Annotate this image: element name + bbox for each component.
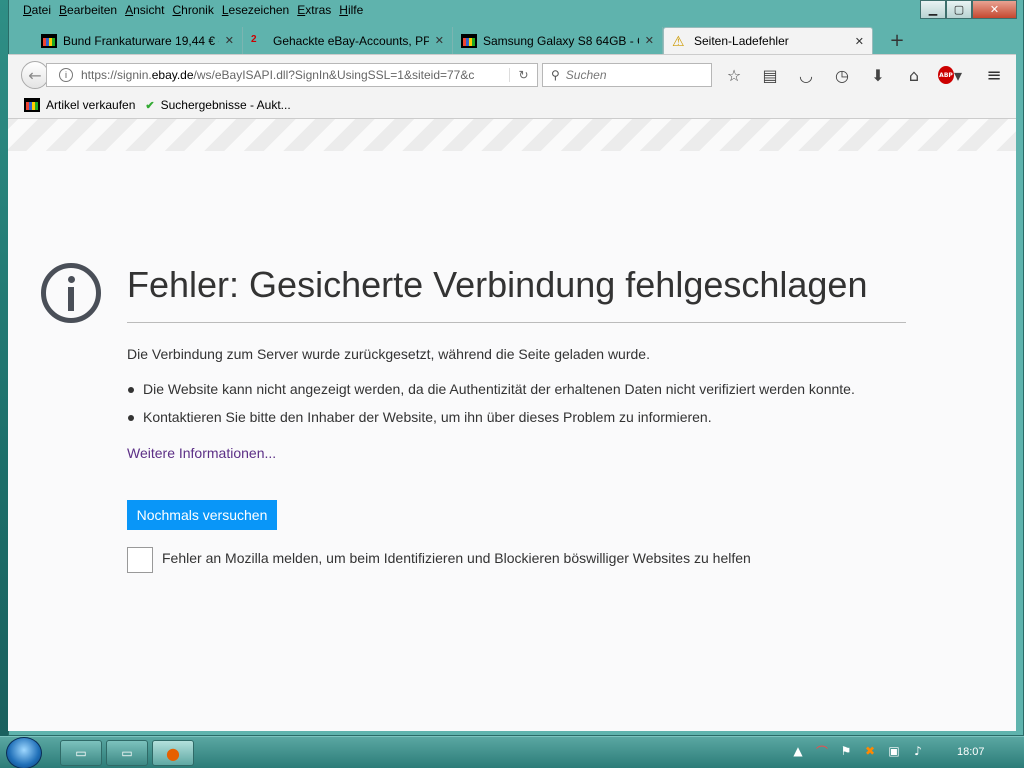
report-checkbox-label[interactable]: Fehler an Mozilla melden, um beim Identi… xyxy=(162,550,751,566)
reload-icon[interactable]: ↻ xyxy=(509,68,537,82)
tab-label: Gehackte eBay-Accounts, PP xyxy=(273,33,429,48)
list-item: Kontaktieren Sie bitte den Inhaber der W… xyxy=(127,409,855,437)
title-divider xyxy=(127,322,906,323)
bookmarks-bar: Artikel verkaufen ✔ Suchergebnisse - Auk… xyxy=(8,92,1016,119)
download-icon[interactable]: ⬇ xyxy=(866,63,890,87)
window-icon: ▭ xyxy=(121,746,133,760)
menu-chronik[interactable]: Chronik xyxy=(168,2,217,20)
shopping-bag-icon xyxy=(41,33,57,48)
window-icon: ▭ xyxy=(75,746,87,760)
close-icon[interactable]: ✕ xyxy=(435,34,444,47)
minimize-button[interactable]: ▁ xyxy=(920,0,946,19)
firefox-icon: ● xyxy=(166,743,180,763)
error-page: Fehler: Gesicherte Verbindung fehlgeschl… xyxy=(8,119,1016,731)
new-tab-button[interactable]: + xyxy=(885,27,909,54)
arrow-left-icon: ← xyxy=(28,65,42,85)
security-warning-icon[interactable]: ✖ xyxy=(862,743,878,759)
bookmark-suchergebnisse[interactable]: ✔ Suchergebnisse - Aukt... xyxy=(145,98,290,112)
error-description: Die Verbindung zum Server wurde zurückge… xyxy=(127,346,650,362)
start-button[interactable] xyxy=(6,737,42,768)
taskbar-app-window-2[interactable]: ▭ xyxy=(106,740,148,766)
auction-icon: ✔ xyxy=(145,99,155,112)
action-center-flag-icon[interactable]: ⚑ xyxy=(838,743,854,759)
menu-bar: Datei Bearbeiten Ansicht Chronik Lesezei… xyxy=(19,2,367,20)
page-title: Fehler: Gesicherte Verbindung fehlgeschl… xyxy=(127,264,868,305)
pocket-icon[interactable]: ◡ xyxy=(794,63,818,87)
tab-bund-frankaturware[interactable]: Bund Frankaturware 19,44 € c ✕ xyxy=(33,27,243,54)
bookmark-star-icon[interactable]: ☆ xyxy=(722,63,746,87)
toolbar-icons: ☆ ▤ ◡ ◷ ⬇ ⌂ ABP ▾ xyxy=(722,63,962,87)
tab-label: Samsung Galaxy S8 64GB - O xyxy=(483,33,639,48)
antivirus-icon[interactable]: ⌒ xyxy=(814,743,830,759)
shopping-bag-icon xyxy=(24,98,40,112)
reading-list-icon[interactable]: ▤ xyxy=(758,63,782,87)
menu-ansicht[interactable]: Ansicht xyxy=(121,2,168,20)
search-input[interactable]: ⚲ Suchen xyxy=(542,63,712,87)
url-text[interactable]: https://signin.ebay.de/ws/eBayISAPI.dll?… xyxy=(81,68,509,82)
tab-label: Bund Frankaturware 19,44 € c xyxy=(63,33,219,48)
search-icon: ⚲ xyxy=(551,68,560,82)
window-controls: ▁ ▢ ✕ xyxy=(920,0,1017,19)
notification-badge-icon: 2 xyxy=(251,33,257,45)
clock[interactable]: 18:07 xyxy=(957,746,985,758)
system-tray: ▲ ⌒ ⚑ ✖ ▣ ♪ xyxy=(790,743,926,759)
menu-lesezeichen[interactable]: Lesezeichen xyxy=(218,2,293,20)
show-hidden-icons-icon[interactable]: ▲ xyxy=(790,743,806,759)
close-icon[interactable]: ✕ xyxy=(855,35,864,48)
tab-gehackte-ebay[interactable]: 2 Gehackte eBay-Accounts, PP ✕ xyxy=(243,27,453,54)
info-circle-icon xyxy=(41,263,101,323)
search-placeholder: Suchen xyxy=(565,68,607,82)
menu-hamburger-icon[interactable]: ≡ xyxy=(982,63,1006,87)
home-icon[interactable]: ⌂ xyxy=(902,63,926,87)
close-icon[interactable]: ✕ xyxy=(225,34,234,47)
close-window-button[interactable]: ✕ xyxy=(972,0,1017,19)
taskbar-app-window-1[interactable]: ▭ xyxy=(60,740,102,766)
tab-label: Seiten-Ladefehler xyxy=(694,34,789,48)
retry-button[interactable]: Nochmals versuchen xyxy=(127,500,277,530)
navigation-bar: ← i https://signin.ebay.de/ws/eBayISAPI.… xyxy=(8,54,1016,92)
bookmark-artikel-verkaufen[interactable]: Artikel verkaufen xyxy=(24,98,135,112)
back-button[interactable]: ← xyxy=(21,61,49,89)
menu-extras[interactable]: Extras xyxy=(293,2,335,20)
close-icon[interactable]: ✕ xyxy=(645,34,654,47)
network-icon[interactable]: ▣ xyxy=(886,743,902,759)
bookmark-label: Artikel verkaufen xyxy=(46,98,136,112)
menu-datei[interactable]: Datei xyxy=(19,2,55,20)
history-icon[interactable]: ◷ xyxy=(830,63,854,87)
tab-samsung-galaxy[interactable]: Samsung Galaxy S8 64GB - O ✕ xyxy=(453,27,663,54)
taskbar: ▭ ▭ ● ▲ ⌒ ⚑ ✖ ▣ ♪ 18:07 xyxy=(0,736,1024,768)
tab-strip: Bund Frankaturware 19,44 € c ✕ 2 Gehackt… xyxy=(33,27,873,54)
shopping-bag-icon xyxy=(461,33,477,48)
url-bar[interactable]: i https://signin.ebay.de/ws/eBayISAPI.dl… xyxy=(46,63,538,87)
bookmark-label: Suchergebnisse - Aukt... xyxy=(160,98,291,112)
adblock-plus-icon[interactable]: ABP ▾ xyxy=(938,63,962,87)
list-item: Die Website kann nicht angezeigt werden,… xyxy=(127,381,855,409)
warning-stripes xyxy=(8,119,1016,151)
menu-hilfe[interactable]: Hilfe xyxy=(335,2,367,20)
more-info-link[interactable]: Weitere Informationen... xyxy=(127,445,276,461)
error-bullet-list: Die Website kann nicht angezeigt werden,… xyxy=(127,381,855,437)
report-checkbox[interactable] xyxy=(127,547,153,573)
info-icon[interactable]: i xyxy=(59,68,73,82)
tab-seiten-ladefehler[interactable]: ⚠ Seiten-Ladefehler ✕ xyxy=(663,27,873,54)
menu-bearbeiten[interactable]: Bearbeiten xyxy=(55,2,121,20)
volume-icon[interactable]: ♪ xyxy=(910,743,926,759)
taskbar-firefox[interactable]: ● xyxy=(152,740,194,766)
maximize-button[interactable]: ▢ xyxy=(946,0,972,19)
warning-icon: ⚠ xyxy=(672,33,685,49)
